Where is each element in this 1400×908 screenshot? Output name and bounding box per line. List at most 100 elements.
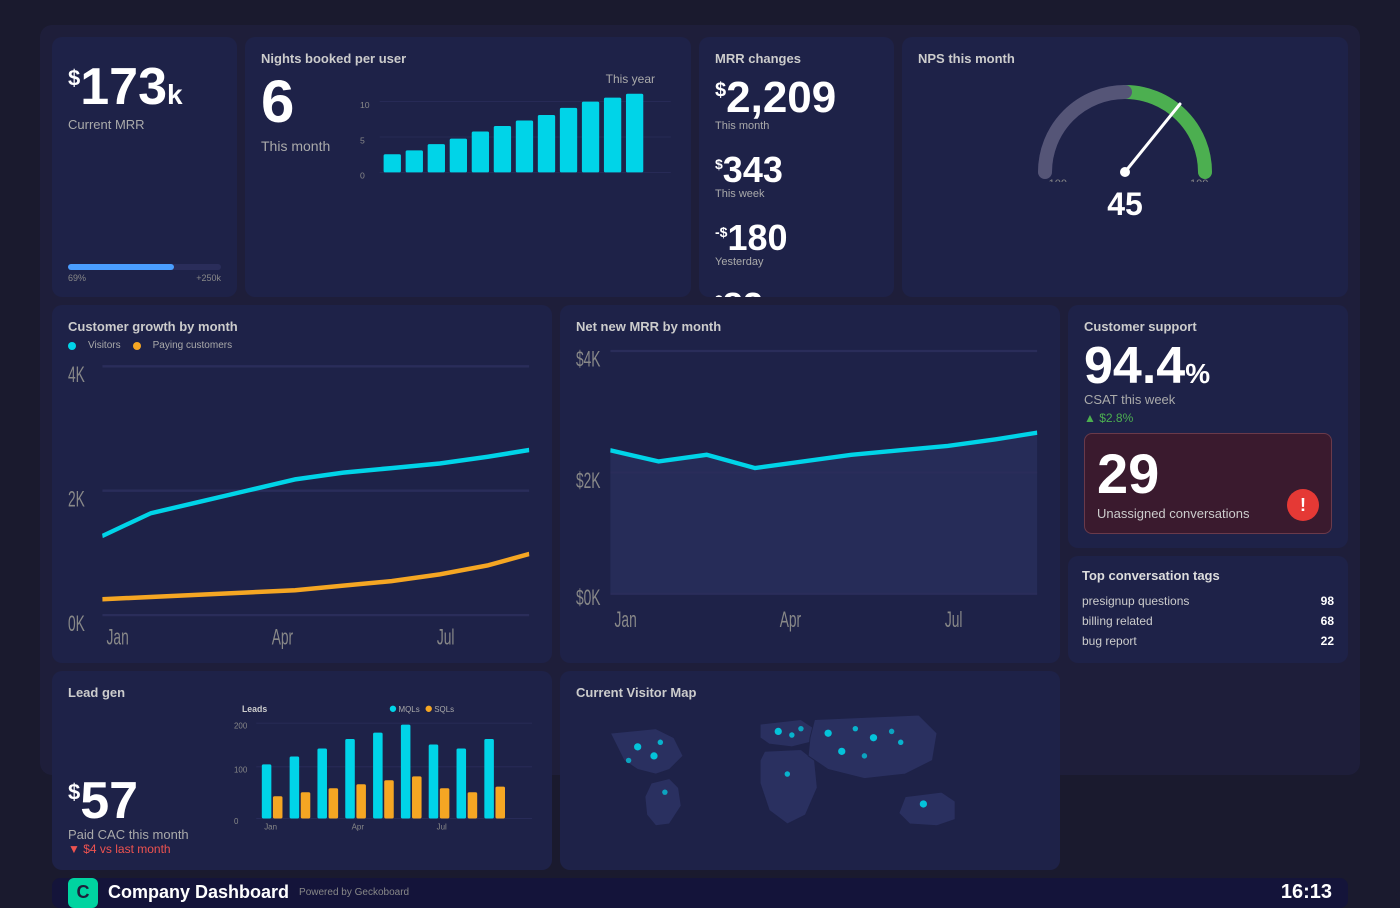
svg-text:100: 100 <box>234 765 248 774</box>
mrr-this-week-label: This week <box>715 188 878 200</box>
company-logo: C <box>68 878 98 908</box>
mrr-card: $173k Current MRR 69% +250k <box>52 37 237 297</box>
svg-text:MQLs: MQLs <box>399 705 420 714</box>
mrr-this-week-value: $343 <box>715 152 878 188</box>
tag-name-3: bug report <box>1082 634 1137 648</box>
mrr-yesterday-value: -$180 <box>715 220 878 256</box>
mrr-bar-max: +250k <box>196 273 221 283</box>
csat-label: CSAT this week <box>1084 392 1332 407</box>
tag-name-1: presignup questions <box>1082 594 1189 608</box>
legend-paying: Paying customers <box>153 340 232 351</box>
tags-title: Top conversation tags <box>1082 568 1334 583</box>
customer-growth-title: Customer growth by month <box>68 319 536 334</box>
right-column: Customer support 94.4% CSAT this week ▲ … <box>1068 305 1348 663</box>
tag-count-1: 98 <box>1321 594 1334 608</box>
svg-text:Apr: Apr <box>272 624 293 649</box>
nps-card: NPS this month -100 100 45 <box>902 37 1348 297</box>
visitor-map-title: Current Visitor Map <box>576 685 1044 700</box>
tag-count-2: 68 <box>1321 614 1334 628</box>
tag-row-2: billing related 68 <box>1082 611 1334 631</box>
mrr-value: $173k <box>68 61 221 113</box>
svg-text:Jul: Jul <box>945 607 963 632</box>
dashboard-title: Company Dashboard <box>108 882 289 903</box>
nights-title: Nights booked per user <box>261 51 675 66</box>
lead-gen-title: Lead gen <box>68 685 218 700</box>
lead-cac-label: Paid CAC this month <box>68 827 218 842</box>
mrr-bar: 69% +250k <box>68 264 221 283</box>
net-mrr-chart-area: $4K $2K $0K Jan Apr Jul <box>576 340 1044 649</box>
svg-text:Jul: Jul <box>437 823 447 832</box>
svg-text:Apr: Apr <box>352 823 365 832</box>
svg-text:$0K: $0K <box>576 584 601 609</box>
svg-text:100: 100 <box>1190 178 1208 182</box>
svg-text:0: 0 <box>360 171 365 181</box>
unassigned-label: Unassigned conversations <box>1097 506 1319 521</box>
svg-text:0K: 0K <box>68 610 85 635</box>
svg-text:4K: 4K <box>68 362 85 387</box>
svg-text:2K: 2K <box>68 486 85 511</box>
mrr-this-month-value: $2,209 <box>715 76 878 120</box>
nights-year-label: This year <box>606 72 655 86</box>
powered-by: Powered by Geckoboard <box>299 887 409 898</box>
tag-row-3: bug report 22 <box>1082 631 1334 651</box>
svg-text:SQLs: SQLs <box>434 705 454 714</box>
dashboard: $173k Current MRR 69% +250k Nights booke… <box>40 25 1360 775</box>
svg-text:0: 0 <box>234 817 239 826</box>
mrr-yesterday-label: Yesterday <box>715 256 878 268</box>
csat-change: ▲ $2.8% <box>1084 411 1332 425</box>
growth-legend: Visitors Paying customers <box>68 340 536 351</box>
net-mrr-chart: $4K $2K $0K Jan Apr Jul <box>576 340 1044 649</box>
growth-chart: 4K 2K 0K Jan Apr Jul <box>68 355 536 649</box>
nights-sublabel: This month <box>261 138 330 154</box>
svg-text:Jan: Jan <box>107 624 129 649</box>
mrr-today-value: $82 <box>715 288 878 297</box>
lead-gen-card: Lead gen $57 Paid CAC this month ▼ $4 vs… <box>52 671 552 870</box>
unassigned-value: 29 <box>1097 446 1319 502</box>
footer-left: C Company Dashboard Powered by Geckoboar… <box>68 878 409 908</box>
csat-value: 94.4% <box>1084 340 1332 392</box>
lead-bar-chart: Leads MQLs SQLs 200 100 0 <box>234 685 536 856</box>
customer-support-card: Customer support 94.4% CSAT this week ▲ … <box>1068 305 1348 548</box>
nights-value: 6 <box>261 72 330 132</box>
customer-growth-card: Customer growth by month Visitors Paying… <box>52 305 552 663</box>
nps-value: 45 <box>918 186 1332 223</box>
world-map-svg <box>576 706 1044 851</box>
growth-chart-area: 4K 2K 0K Jan Apr Jul <box>68 355 536 649</box>
svg-text:Apr: Apr <box>780 607 801 632</box>
support-title: Customer support <box>1084 319 1332 334</box>
nps-gauge: -100 100 <box>1025 72 1225 182</box>
tags-card: Top conversation tags presignup question… <box>1068 556 1348 663</box>
dashboard-time: 16:13 <box>1281 881 1332 904</box>
bottom-right-spacer <box>1068 671 1348 870</box>
net-mrr-title: Net new MRR by month <box>576 319 1044 334</box>
mrr-changes-title: MRR changes <box>715 51 878 66</box>
lead-chart: Leads MQLs SQLs 200 100 0 <box>234 685 536 856</box>
lead-cac-value: $57 <box>68 775 218 827</box>
mrr-changes-card: MRR changes $2,209 This month $343 This … <box>699 37 894 297</box>
nights-card: Nights booked per user 6 This month This… <box>245 37 691 297</box>
lead-left: Lead gen $57 Paid CAC this month ▼ $4 vs… <box>68 685 218 856</box>
svg-text:Jul: Jul <box>437 624 455 649</box>
svg-text:Leads: Leads <box>242 704 267 714</box>
svg-text:10: 10 <box>360 100 370 110</box>
svg-text:$4K: $4K <box>576 346 601 371</box>
mrr-bar-min: 69% <box>68 273 86 283</box>
nights-bar-chart: 10 5 0 <box>360 72 675 202</box>
svg-text:Jan: Jan <box>615 607 637 632</box>
svg-text:Jan: Jan <box>264 823 277 832</box>
svg-text:$2K: $2K <box>576 467 601 492</box>
svg-text:-100: -100 <box>1045 178 1067 182</box>
unassigned-card: 29 Unassigned conversations ! <box>1084 433 1332 534</box>
tag-row-1: presignup questions 98 <box>1082 591 1334 611</box>
tag-name-2: billing related <box>1082 614 1153 628</box>
svg-text:5: 5 <box>360 135 365 145</box>
mrr-label: Current MRR <box>68 117 221 132</box>
tag-count-3: 22 <box>1321 634 1334 648</box>
lead-cac-change: ▼ $4 vs last month <box>68 842 218 856</box>
net-mrr-card: Net new MRR by month $4K $2K $0K J <box>560 305 1060 663</box>
visitor-map-card: Current Visitor Map <box>560 671 1060 870</box>
footer: C Company Dashboard Powered by Geckoboar… <box>52 878 1348 908</box>
nps-title: NPS this month <box>918 51 1332 66</box>
legend-visitors: Visitors <box>88 340 121 351</box>
alert-icon: ! <box>1287 489 1319 521</box>
